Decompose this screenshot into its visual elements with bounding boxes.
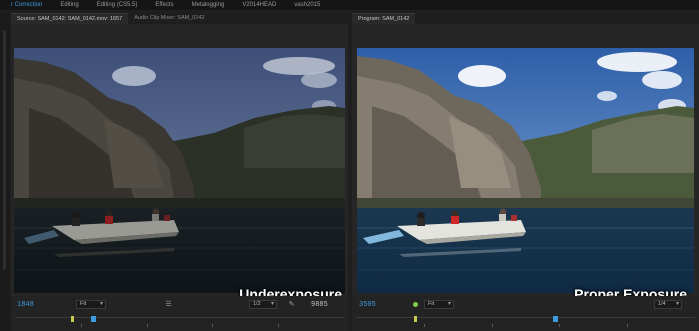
source-playhead[interactable]: [90, 316, 96, 322]
status-indicator-icon: [413, 302, 418, 307]
timeline-tick: [627, 324, 629, 327]
program-resolution-select[interactable]: 1/4: [654, 300, 682, 309]
source-tab-row: Source: SAM_0142: SAM_0142.mov: 1657 Aud…: [11, 12, 348, 24]
source-playhead-timecode[interactable]: 1848: [17, 301, 34, 309]
source-controls: 1848 Fit ☰ 1/2 ✎ 9885: [11, 296, 348, 331]
timeline-tick: [278, 324, 280, 327]
workspace-editing-cs55[interactable]: Editing (CS5.5): [88, 0, 147, 10]
source-zoom-select[interactable]: Fit: [76, 300, 106, 309]
timeline-tick: [212, 324, 214, 327]
workspace-color-correction[interactable]: r Correction: [2, 0, 51, 10]
workspace-bar: r Correction Editing Editing (CS5.5) Eff…: [0, 0, 699, 10]
program-controls: 3505 Fit 1/4: [352, 296, 699, 331]
source-duration-timecode: 9885: [311, 301, 328, 309]
workspace-v2014head[interactable]: V2014HEAD: [233, 0, 285, 10]
properly-exposed-lake-scene-image: [357, 48, 694, 293]
source-video-frame[interactable]: [14, 48, 345, 293]
timeline-tick: [559, 324, 561, 327]
timeline-tick: [491, 324, 493, 327]
in-point-marker[interactable]: [70, 316, 74, 322]
tab-audio-clip-mixer[interactable]: Audio Clip Mixer: SAM_0142: [128, 13, 210, 24]
program-timeline-ruler[interactable]: [356, 316, 695, 327]
program-playhead-timecode[interactable]: 3505: [359, 301, 376, 309]
source-monitor-panel: Source: SAM_0142: SAM_0142.mov: 1657 Aud…: [11, 12, 348, 331]
in-point-marker[interactable]: [413, 316, 417, 322]
premiere-window: r Correction Editing Editing (CS5.5) Eff…: [0, 0, 699, 331]
program-tab-row: Program: SAM_0142: [352, 12, 699, 24]
tab-source-monitor[interactable]: Source: SAM_0142: SAM_0142.mov: 1657: [11, 13, 129, 24]
program-monitor-panel: Program: SAM_0142 Proper Exposure 3505 F…: [352, 12, 699, 331]
workspace-metalogging[interactable]: Metalogging: [183, 0, 234, 10]
tab-program-monitor[interactable]: Program: SAM_0142: [352, 13, 416, 24]
scrollbar-thumb[interactable]: [3, 30, 6, 270]
timeline-tick: [146, 324, 148, 327]
program-zoom-select[interactable]: Fit: [424, 300, 454, 309]
program-playhead[interactable]: [552, 316, 558, 322]
source-timeline-ruler[interactable]: [15, 316, 344, 327]
program-video-frame[interactable]: [357, 48, 694, 293]
timeline-tick: [80, 324, 82, 327]
left-panel-gutter: [0, 12, 10, 331]
settings-icon[interactable]: ☰: [164, 300, 173, 309]
wrench-icon[interactable]: ✎: [287, 300, 296, 309]
workspace-vash2015[interactable]: vash2015: [285, 0, 329, 10]
workspace-editing[interactable]: Editing: [51, 0, 87, 10]
source-resolution-select[interactable]: 1/2: [249, 300, 277, 309]
underexposed-lake-scene-image: [14, 48, 345, 293]
timeline-tick: [423, 324, 425, 327]
workspace-effects[interactable]: Effects: [146, 0, 182, 10]
